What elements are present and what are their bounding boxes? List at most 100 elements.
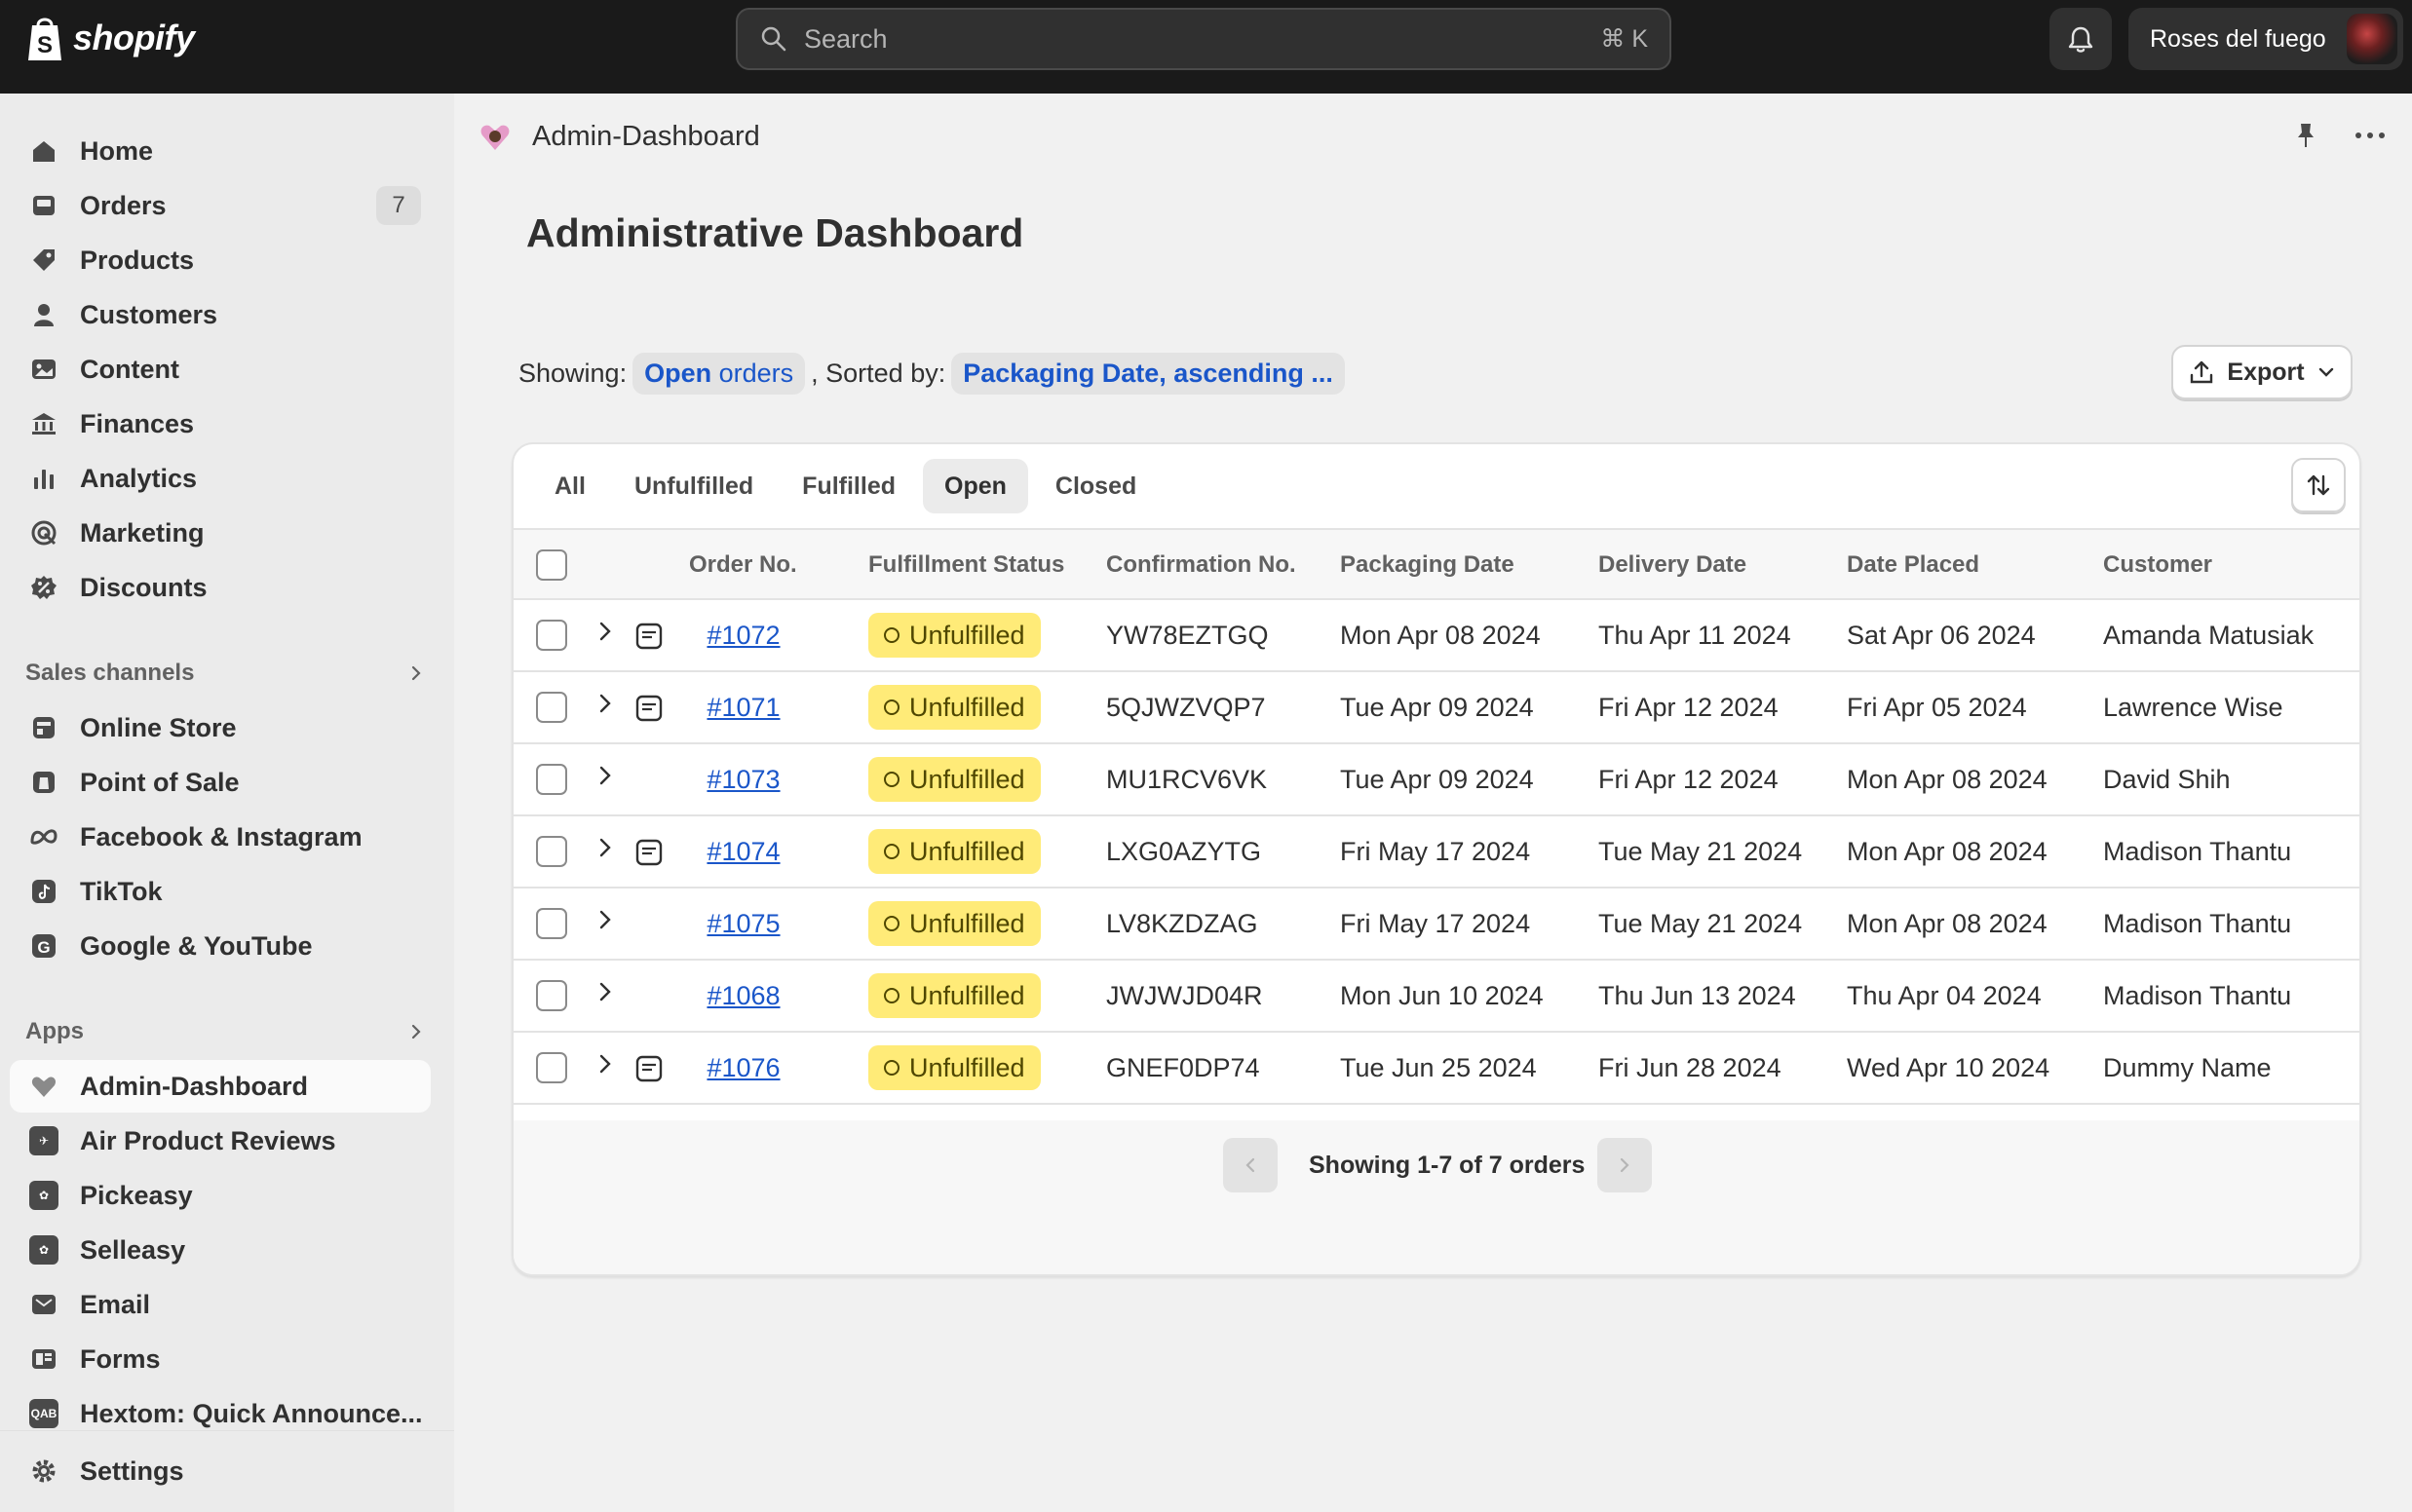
- column-header-packaging-date[interactable]: Packaging Date: [1340, 530, 1514, 600]
- tab-closed[interactable]: Closed: [1034, 459, 1158, 513]
- date-placed: Mon Apr 08 2024: [1847, 836, 2048, 866]
- sidebar-item-settings[interactable]: Settings: [10, 1445, 431, 1497]
- sort-button[interactable]: [2291, 458, 2346, 512]
- pin-icon[interactable]: [2291, 121, 2320, 150]
- table-row[interactable]: #1073 Unfulfilled MU1RCV6VK Tue Apr 09 2024…: [514, 744, 2359, 816]
- sidebar-item-air-product-reviews[interactable]: ✈ Air Product Reviews: [10, 1115, 431, 1167]
- tab-unfulfilled[interactable]: Unfulfilled: [613, 459, 775, 513]
- export-button[interactable]: Export: [2171, 345, 2353, 399]
- pagination-text: Showing 1-7 of 7 orders: [1309, 1151, 1586, 1179]
- sidebar-item-finances[interactable]: Finances: [10, 397, 431, 450]
- row-checkbox[interactable]: [536, 620, 567, 651]
- packaging-date: Fri May 17 2024: [1340, 836, 1531, 866]
- packaging-date: Tue Apr 09 2024: [1340, 692, 1534, 722]
- order-link[interactable]: #1075: [707, 909, 780, 939]
- tab-all[interactable]: All: [533, 459, 607, 513]
- sidebar-item-orders[interactable]: Orders 7: [10, 179, 431, 232]
- order-link[interactable]: #1072: [707, 621, 780, 651]
- expand-chevron-icon[interactable]: [593, 1052, 617, 1076]
- sidebar-item-point-of-sale[interactable]: Point of Sale: [10, 756, 431, 809]
- column-header-delivery-date[interactable]: Delivery Date: [1598, 530, 1746, 600]
- order-link[interactable]: #1068: [707, 981, 780, 1011]
- note-icon[interactable]: [634, 622, 664, 651]
- table-row[interactable]: #1074 Unfulfilled LXG0AZYTG Fri May 17 2024…: [514, 816, 2359, 888]
- row-checkbox[interactable]: [536, 1052, 567, 1083]
- sidebar-item-facebook-instagram[interactable]: Facebook & Instagram: [10, 811, 431, 863]
- note-icon[interactable]: [634, 838, 664, 867]
- sidebar-item-content[interactable]: Content: [10, 343, 431, 396]
- select-all-checkbox[interactable]: [536, 549, 567, 581]
- pos-icon: [33, 772, 55, 793]
- expand-chevron-icon[interactable]: [593, 764, 617, 787]
- app-title: Admin-Dashboard: [532, 120, 760, 152]
- table-header: Order No. Fulfillment Status Confirmatio…: [514, 528, 2359, 600]
- sidebar-item-discounts[interactable]: Discounts: [10, 561, 431, 614]
- column-header-date-placed[interactable]: Date Placed: [1847, 530, 1979, 600]
- tab-open[interactable]: Open: [923, 459, 1028, 513]
- apps-header[interactable]: Apps: [25, 1012, 425, 1051]
- expand-chevron-icon[interactable]: [593, 980, 617, 1003]
- more-options-icon[interactable]: [2354, 121, 2387, 150]
- sales-channels-header[interactable]: Sales channels: [25, 654, 425, 693]
- sidebar-item-tiktok[interactable]: TikTok: [10, 865, 431, 918]
- date-placed: Mon Apr 08 2024: [1847, 908, 2048, 938]
- pagination: Showing 1-7 of 7 orders: [514, 1120, 2359, 1274]
- previous-page-button[interactable]: [1223, 1138, 1278, 1192]
- expand-chevron-icon[interactable]: [593, 620, 617, 643]
- column-header-confirmation[interactable]: Confirmation No.: [1106, 530, 1296, 600]
- gear-icon: [32, 1459, 56, 1483]
- expand-chevron-icon[interactable]: [593, 836, 617, 859]
- sidebar-item-google-youtube[interactable]: G Google & YouTube: [10, 920, 431, 972]
- tiktok-icon: [32, 880, 56, 903]
- row-checkbox[interactable]: [536, 908, 567, 939]
- search-input[interactable]: [804, 23, 1601, 55]
- sidebar-item-products[interactable]: Products: [10, 234, 431, 286]
- sidebar-item-analytics[interactable]: Analytics: [10, 452, 431, 505]
- order-link[interactable]: #1074: [707, 837, 780, 867]
- order-link[interactable]: #1073: [707, 765, 780, 795]
- sidebar-item-home[interactable]: Home: [10, 125, 431, 177]
- notifications-button[interactable]: [2049, 8, 2112, 70]
- svg-text:S: S: [37, 32, 53, 58]
- table-row[interactable]: #1075 Unfulfilled LV8KZDZAG Fri May 17 2024…: [514, 888, 2359, 961]
- target-icon: [31, 520, 57, 546]
- table-row[interactable]: #1076 Unfulfilled GNEF0DP74 Tue Jun 25 2024…: [514, 1033, 2359, 1105]
- expand-chevron-icon[interactable]: [593, 692, 617, 715]
- tab-fulfilled[interactable]: Fulfilled: [781, 459, 917, 513]
- search-bar[interactable]: ⌘ K: [736, 8, 1671, 70]
- row-checkbox[interactable]: [536, 836, 567, 867]
- next-page-button[interactable]: [1597, 1138, 1652, 1192]
- sidebar-item-customers[interactable]: Customers: [10, 288, 431, 341]
- column-header-status[interactable]: Fulfillment Status: [868, 530, 1064, 600]
- order-link[interactable]: #1076: [707, 1053, 780, 1083]
- sidebar-item-online-store[interactable]: Online Store: [10, 701, 431, 754]
- row-checkbox[interactable]: [536, 980, 567, 1011]
- sort-chip[interactable]: Packaging Date, ascending ...: [951, 353, 1345, 395]
- row-checkbox[interactable]: [536, 692, 567, 723]
- table-row[interactable]: #1071 Unfulfilled 5QJWZVQP7 Tue Apr 09 2024…: [514, 672, 2359, 744]
- note-icon[interactable]: [634, 1054, 664, 1083]
- row-checkbox[interactable]: [536, 764, 567, 795]
- status-circle-icon: [884, 1060, 900, 1076]
- sidebar-item-marketing[interactable]: Marketing: [10, 507, 431, 559]
- expand-chevron-icon[interactable]: [593, 908, 617, 931]
- heart-app-icon: [31, 1077, 57, 1097]
- page-title: Administrative Dashboard: [526, 210, 1024, 255]
- sidebar-item-forms[interactable]: Forms: [10, 1333, 431, 1385]
- sidebar-item-admin-dashboard[interactable]: Admin-Dashboard: [10, 1060, 431, 1113]
- status-label: Unfulfilled: [909, 980, 1025, 1010]
- customer-name: David Shih: [2103, 764, 2231, 794]
- note-icon[interactable]: [634, 694, 664, 723]
- column-header-order[interactable]: Order No.: [689, 530, 797, 600]
- table-row[interactable]: #1072 Unfulfilled YW78EZTGQ Mon Apr 08 2024…: [514, 600, 2359, 672]
- sidebar-item-selleasy[interactable]: ✿ Selleasy: [10, 1224, 431, 1276]
- shopify-logo[interactable]: S shopify: [24, 14, 195, 62]
- sidebar-item-email[interactable]: Email: [10, 1278, 431, 1331]
- sidebar-item-pickeasy[interactable]: ✿ Pickeasy: [10, 1169, 431, 1222]
- table-row[interactable]: #1068 Unfulfilled JWJWJD04R Mon Jun 10 2024…: [514, 961, 2359, 1033]
- column-header-customer[interactable]: Customer: [2103, 530, 2212, 600]
- upload-icon: [2191, 360, 2213, 384]
- order-link[interactable]: #1071: [707, 693, 780, 723]
- showing-filter-chip[interactable]: Open orders: [632, 353, 806, 395]
- store-menu-button[interactable]: Roses del fuego: [2128, 8, 2403, 70]
